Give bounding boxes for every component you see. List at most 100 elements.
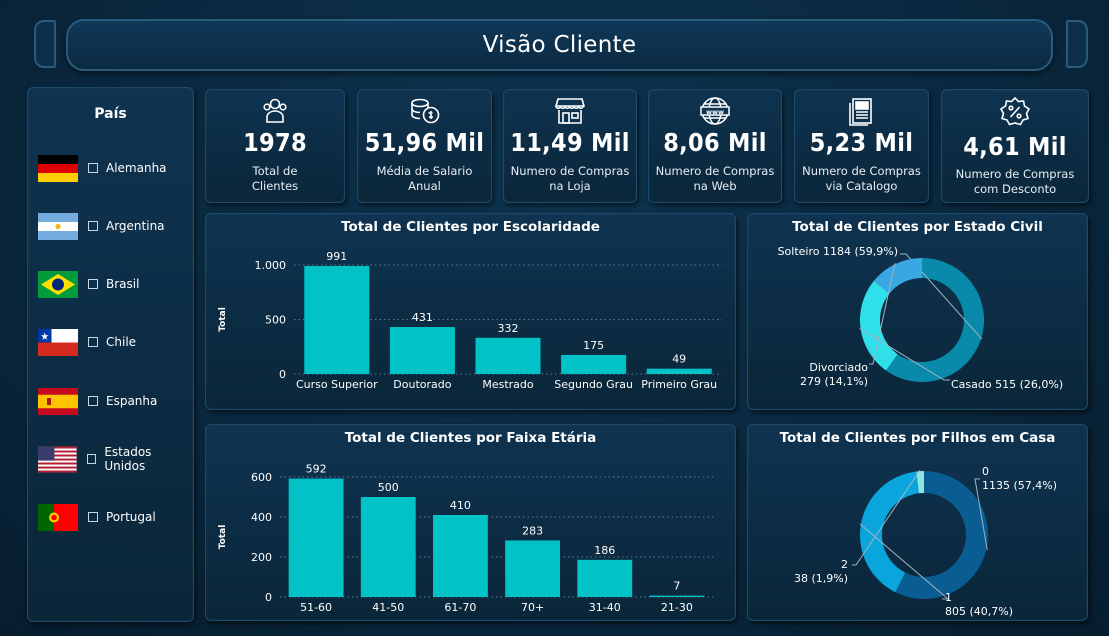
kpi-label: Média de Salario Anual — [376, 164, 473, 193]
data-label: 500 — [378, 481, 399, 494]
slice-label: 1135 (57,4%) — [982, 479, 1057, 492]
kpi-card-compras-web: www 8,06 Mil Numero de Compras na Web — [648, 89, 782, 203]
x-tick-label: 31-40 — [589, 601, 621, 614]
faixa-etaria-bar-chart: 0 200 400 600 Total 592 51-60 500 41-50 410 61-70 2… — [218, 463, 713, 614]
bar[interactable] — [649, 595, 705, 597]
x-tick-label: Doutorado — [393, 378, 451, 391]
data-label: 410 — [450, 499, 471, 512]
data-label: 283 — [522, 524, 543, 537]
country-item-argentina[interactable]: Argentina — [38, 210, 165, 242]
data-label: 592 — [306, 463, 327, 476]
germany-flag-icon — [38, 154, 78, 182]
x-tick-label: Segundo Grau — [554, 378, 633, 391]
donut-slice[interactable] — [860, 280, 898, 371]
x-tick-label: 51-60 — [300, 601, 332, 614]
y-axis-label: Total — [218, 307, 228, 332]
country-label: Alemanha — [106, 161, 167, 175]
country-checkbox[interactable] — [88, 512, 98, 522]
kpi-label: Numero de Compras via Catalogo — [802, 164, 921, 193]
bar[interactable] — [475, 337, 541, 374]
x-tick-label: 41-50 — [372, 601, 404, 614]
kpi-card-total-clientes: 1978 Total de Clientes — [205, 89, 345, 203]
data-label: 991 — [326, 250, 347, 263]
country-checkbox[interactable] — [88, 279, 98, 289]
country-label: Argentina — [106, 219, 165, 233]
x-tick-label: 21-30 — [661, 601, 693, 614]
y-tick-label: 0 — [265, 591, 272, 604]
estado-civil-donut-chart: Solteiro 1184 (59,9%) Casado 515 (26,0%) D… — [778, 245, 1064, 391]
www-globe-icon: www — [700, 97, 730, 125]
store-icon — [554, 98, 586, 124]
slice-label: Solteiro 1184 (59,9%) — [778, 245, 898, 258]
kpi-value: 5,23 Mil — [809, 128, 914, 157]
kpi-card-media-salario: 51,96 Mil Média de Salario Anual — [357, 89, 492, 203]
data-label: 49 — [672, 353, 686, 366]
data-label: 431 — [412, 311, 433, 324]
y-tick-label: 600 — [251, 471, 272, 484]
usa-flag-icon — [38, 445, 77, 473]
country-item-chile[interactable]: Chile — [38, 326, 136, 358]
slice-label: Divorciado — [809, 361, 868, 374]
catalog-icon — [848, 98, 872, 126]
slice-label: Casado 515 (26,0%) — [951, 378, 1063, 391]
x-tick-label: 61-70 — [444, 601, 476, 614]
kpi-value: 51,96 Mil — [364, 128, 485, 157]
country-item-estados-unidos[interactable]: Estados Unidos — [38, 443, 193, 475]
bar[interactable] — [288, 478, 344, 597]
country-label: Estados Unidos — [104, 445, 152, 473]
kpi-value: 4,61 Mil — [963, 132, 1067, 161]
country-checkbox[interactable] — [88, 337, 98, 347]
spain-flag-icon — [38, 387, 78, 415]
kpi-card-compras-catalogo: 5,23 Mil Numero de Compras via Catalogo — [794, 89, 929, 203]
bar[interactable] — [505, 540, 561, 597]
country-checkbox[interactable] — [88, 221, 98, 231]
country-checkbox[interactable] — [88, 396, 98, 406]
bar[interactable] — [432, 515, 488, 597]
coins-icon — [410, 98, 439, 124]
country-checkbox[interactable] — [88, 163, 98, 173]
x-tick-label: Mestrado — [482, 378, 534, 391]
country-label: Espanha — [106, 394, 158, 408]
title-bar-left-cap — [34, 20, 56, 68]
kpi-value: 8,06 Mil — [663, 128, 767, 157]
kpi-label: Total de Clientes — [251, 164, 299, 193]
data-label: 332 — [498, 322, 519, 335]
slice-label: 2 — [841, 558, 848, 571]
bar[interactable] — [389, 327, 455, 374]
slice-label: 0 — [982, 465, 989, 478]
slice-label: 279 (14,1%) — [800, 375, 868, 388]
data-label: 7 — [673, 580, 680, 593]
slice-label: 1 — [945, 591, 952, 604]
bar[interactable] — [561, 354, 627, 374]
country-item-alemanha[interactable]: Alemanha — [38, 152, 167, 184]
people-icon — [263, 98, 287, 123]
y-tick-label: 400 — [251, 511, 272, 524]
bar[interactable] — [304, 265, 370, 374]
chart-panel-filhos-em-casa: Total de Clientes por Filhos em Casa 0 11… — [747, 424, 1088, 621]
kpi-card-compras-loja: 11,49 Mil Numero de Compras na Loja — [503, 89, 637, 203]
data-label: 175 — [583, 339, 604, 352]
y-tick-label: 1.000 — [255, 259, 287, 272]
country-item-portugal[interactable]: Portugal — [38, 501, 156, 533]
portugal-flag-icon — [38, 503, 78, 531]
x-tick-label: Primeiro Grau — [641, 378, 717, 391]
argentina-flag-icon — [38, 212, 78, 240]
x-tick-label: 70+ — [521, 601, 544, 614]
y-tick-label: 500 — [265, 314, 286, 327]
y-tick-label: 0 — [279, 368, 286, 381]
country-checkbox[interactable] — [86, 454, 97, 464]
bar[interactable] — [577, 559, 633, 597]
title-bar-right-cap — [1066, 20, 1088, 68]
country-filter-heading: País — [94, 106, 127, 122]
y-tick-label: 200 — [251, 551, 272, 564]
y-axis-label: Total — [218, 525, 228, 550]
country-item-espanha[interactable]: Espanha — [38, 385, 157, 417]
page-title-bar: Visão Cliente — [66, 19, 1053, 71]
discount-badge-icon — [999, 96, 1031, 126]
country-item-brasil[interactable]: Brasil — [38, 268, 139, 300]
bar[interactable] — [360, 497, 416, 597]
bar[interactable] — [646, 368, 712, 374]
chart-panel-faixa-etaria: Total de Clientes por Faixa Etária 0 200 4… — [205, 424, 736, 621]
chile-flag-icon — [38, 328, 78, 356]
escolaridade-bar-chart: 0 500 1.000 Total 991 Curso Superior 431 Doutor… — [218, 250, 722, 391]
